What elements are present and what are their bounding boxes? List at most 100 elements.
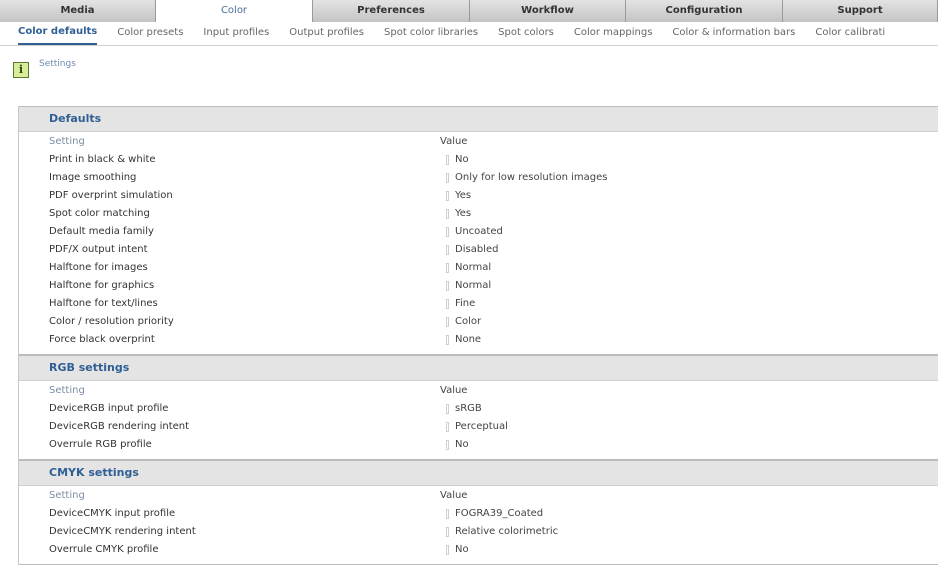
sub-tab-color-information-bars[interactable]: Color & information bars xyxy=(672,22,795,45)
settings-link[interactable]: i Settings xyxy=(13,59,76,78)
setting-value: Normal xyxy=(455,280,492,291)
column-header-row: Setting Value xyxy=(19,486,938,505)
table-row[interactable]: Halftone for images Normal xyxy=(19,259,938,277)
cell-edit-marker xyxy=(446,404,449,414)
sub-tab-color-calibrati[interactable]: Color calibrati xyxy=(815,22,885,45)
table-row[interactable]: DeviceRGB input profile sRGB xyxy=(19,400,938,418)
cell-edit-marker xyxy=(446,191,449,201)
column-header-setting: Setting xyxy=(49,490,85,501)
top-tab-media[interactable]: Media xyxy=(0,0,156,22)
section-title: CMYK settings xyxy=(19,460,938,486)
setting-name: Halftone for graphics xyxy=(49,280,155,291)
top-tab-preferences[interactable]: Preferences xyxy=(313,0,470,22)
setting-name: Halftone for images xyxy=(49,262,148,273)
table-row[interactable]: DeviceCMYK input profile FOGRA39_Coated xyxy=(19,505,938,523)
table-row[interactable]: Print in black & white No xyxy=(19,151,938,169)
setting-name: Image smoothing xyxy=(49,172,137,183)
setting-name: Overrule RGB profile xyxy=(49,439,152,450)
section-rgb-settings: RGB settings Setting Value DeviceRGB input … xyxy=(18,355,938,460)
setting-value-cell: Yes xyxy=(440,187,471,205)
table-row[interactable]: Force black overprint None xyxy=(19,331,938,349)
sub-tab-spot-colors[interactable]: Spot colors xyxy=(498,22,554,45)
setting-value: No xyxy=(455,544,469,555)
section-title: RGB settings xyxy=(19,355,938,381)
settings-label: Settings xyxy=(39,59,76,69)
setting-name: Halftone for text/lines xyxy=(49,298,158,309)
cell-edit-marker xyxy=(446,281,449,291)
column-header-setting: Setting xyxy=(49,385,85,396)
setting-name: Force black overprint xyxy=(49,334,155,345)
setting-value-cell: Yes xyxy=(440,205,471,223)
sub-tab-color-presets[interactable]: Color presets xyxy=(117,22,183,45)
top-tab-workflow[interactable]: Workflow xyxy=(470,0,626,22)
cell-edit-marker xyxy=(446,263,449,273)
top-tab-configuration[interactable]: Configuration xyxy=(626,0,783,22)
setting-value: FOGRA39_Coated xyxy=(455,508,544,519)
setting-value-cell: No xyxy=(440,436,469,454)
column-header-setting: Setting xyxy=(49,136,85,147)
column-header-value: Value xyxy=(440,136,468,147)
sub-tab-bar: Color defaults Color presets Input profile… xyxy=(0,22,938,46)
section-cmyk-settings: CMYK settings Setting Value DeviceCMYK inpu… xyxy=(18,460,938,565)
cell-edit-marker xyxy=(446,155,449,165)
setting-value-cell: Relative colorimetric xyxy=(440,523,558,541)
sub-tab-color-mappings[interactable]: Color mappings xyxy=(574,22,653,45)
setting-name: PDF overprint simulation xyxy=(49,190,173,201)
table-row[interactable]: Halftone for graphics Normal xyxy=(19,277,938,295)
setting-value: Yes xyxy=(455,208,472,219)
sub-tab-input-profiles[interactable]: Input profiles xyxy=(203,22,269,45)
cell-edit-marker xyxy=(446,245,449,255)
setting-name: DeviceCMYK rendering intent xyxy=(49,526,196,537)
setting-value-cell: No xyxy=(440,151,469,169)
table-row[interactable]: Color / resolution priority Color xyxy=(19,313,938,331)
setting-value: Color xyxy=(455,316,482,327)
table-row[interactable]: Default media family Uncoated xyxy=(19,223,938,241)
cell-edit-marker xyxy=(446,209,449,219)
setting-name: Default media family xyxy=(49,226,154,237)
setting-name: Print in black & white xyxy=(49,154,156,165)
setting-value: No xyxy=(455,439,469,450)
setting-value: Uncoated xyxy=(455,226,503,237)
cell-edit-marker xyxy=(446,440,449,450)
table-row[interactable]: Halftone for text/lines Fine xyxy=(19,295,938,313)
section-defaults: Defaults Setting Value Print in black & whi… xyxy=(18,106,938,355)
setting-value: Only for low resolution images xyxy=(455,172,608,183)
setting-value: Perceptual xyxy=(455,421,508,432)
sub-tab-spot-color-libraries[interactable]: Spot color libraries xyxy=(384,22,478,45)
setting-name: Spot color matching xyxy=(49,208,150,219)
table-row[interactable]: Spot color matching Yes xyxy=(19,205,938,223)
setting-name: PDF/X output intent xyxy=(49,244,148,255)
table-row[interactable]: PDF overprint simulation Yes xyxy=(19,187,938,205)
column-header-row: Setting Value xyxy=(19,132,938,151)
cell-edit-marker xyxy=(446,545,449,555)
setting-value-cell: Uncoated xyxy=(440,223,503,241)
info-icon: i xyxy=(13,62,29,78)
sub-tab-color-defaults[interactable]: Color defaults xyxy=(18,22,98,45)
setting-value-cell: Normal xyxy=(440,277,491,295)
sub-tab-output-profiles[interactable]: Output profiles xyxy=(289,22,364,45)
cell-edit-marker xyxy=(446,422,449,432)
top-tab-support[interactable]: Support xyxy=(783,0,938,22)
cell-edit-marker xyxy=(446,317,449,327)
table-row[interactable]: Image smoothing Only for low resolution i… xyxy=(19,169,938,187)
setting-name: DeviceRGB rendering intent xyxy=(49,421,190,432)
table-row[interactable]: DeviceRGB rendering intent Perceptual xyxy=(19,418,938,436)
cell-edit-marker xyxy=(446,527,449,537)
setting-value: None xyxy=(455,334,482,345)
cell-edit-marker xyxy=(446,299,449,309)
section-divider xyxy=(19,559,938,565)
column-header-value: Value xyxy=(440,490,468,501)
column-header-row: Setting Value xyxy=(19,381,938,400)
section-title: Defaults xyxy=(19,106,938,132)
table-row[interactable]: Overrule RGB profile No xyxy=(19,436,938,454)
table-row[interactable]: Overrule CMYK profile No xyxy=(19,541,938,559)
cell-edit-marker xyxy=(446,173,449,183)
setting-value-cell: sRGB xyxy=(440,400,482,418)
setting-value-cell: No xyxy=(440,541,469,559)
table-row[interactable]: DeviceCMYK rendering intent Relative colo… xyxy=(19,523,938,541)
table-row[interactable]: PDF/X output intent Disabled xyxy=(19,241,938,259)
column-header-value: Value xyxy=(440,385,468,396)
setting-value-cell: Disabled xyxy=(440,241,498,259)
setting-value: Fine xyxy=(455,298,476,309)
top-tab-color[interactable]: Color xyxy=(156,0,313,22)
